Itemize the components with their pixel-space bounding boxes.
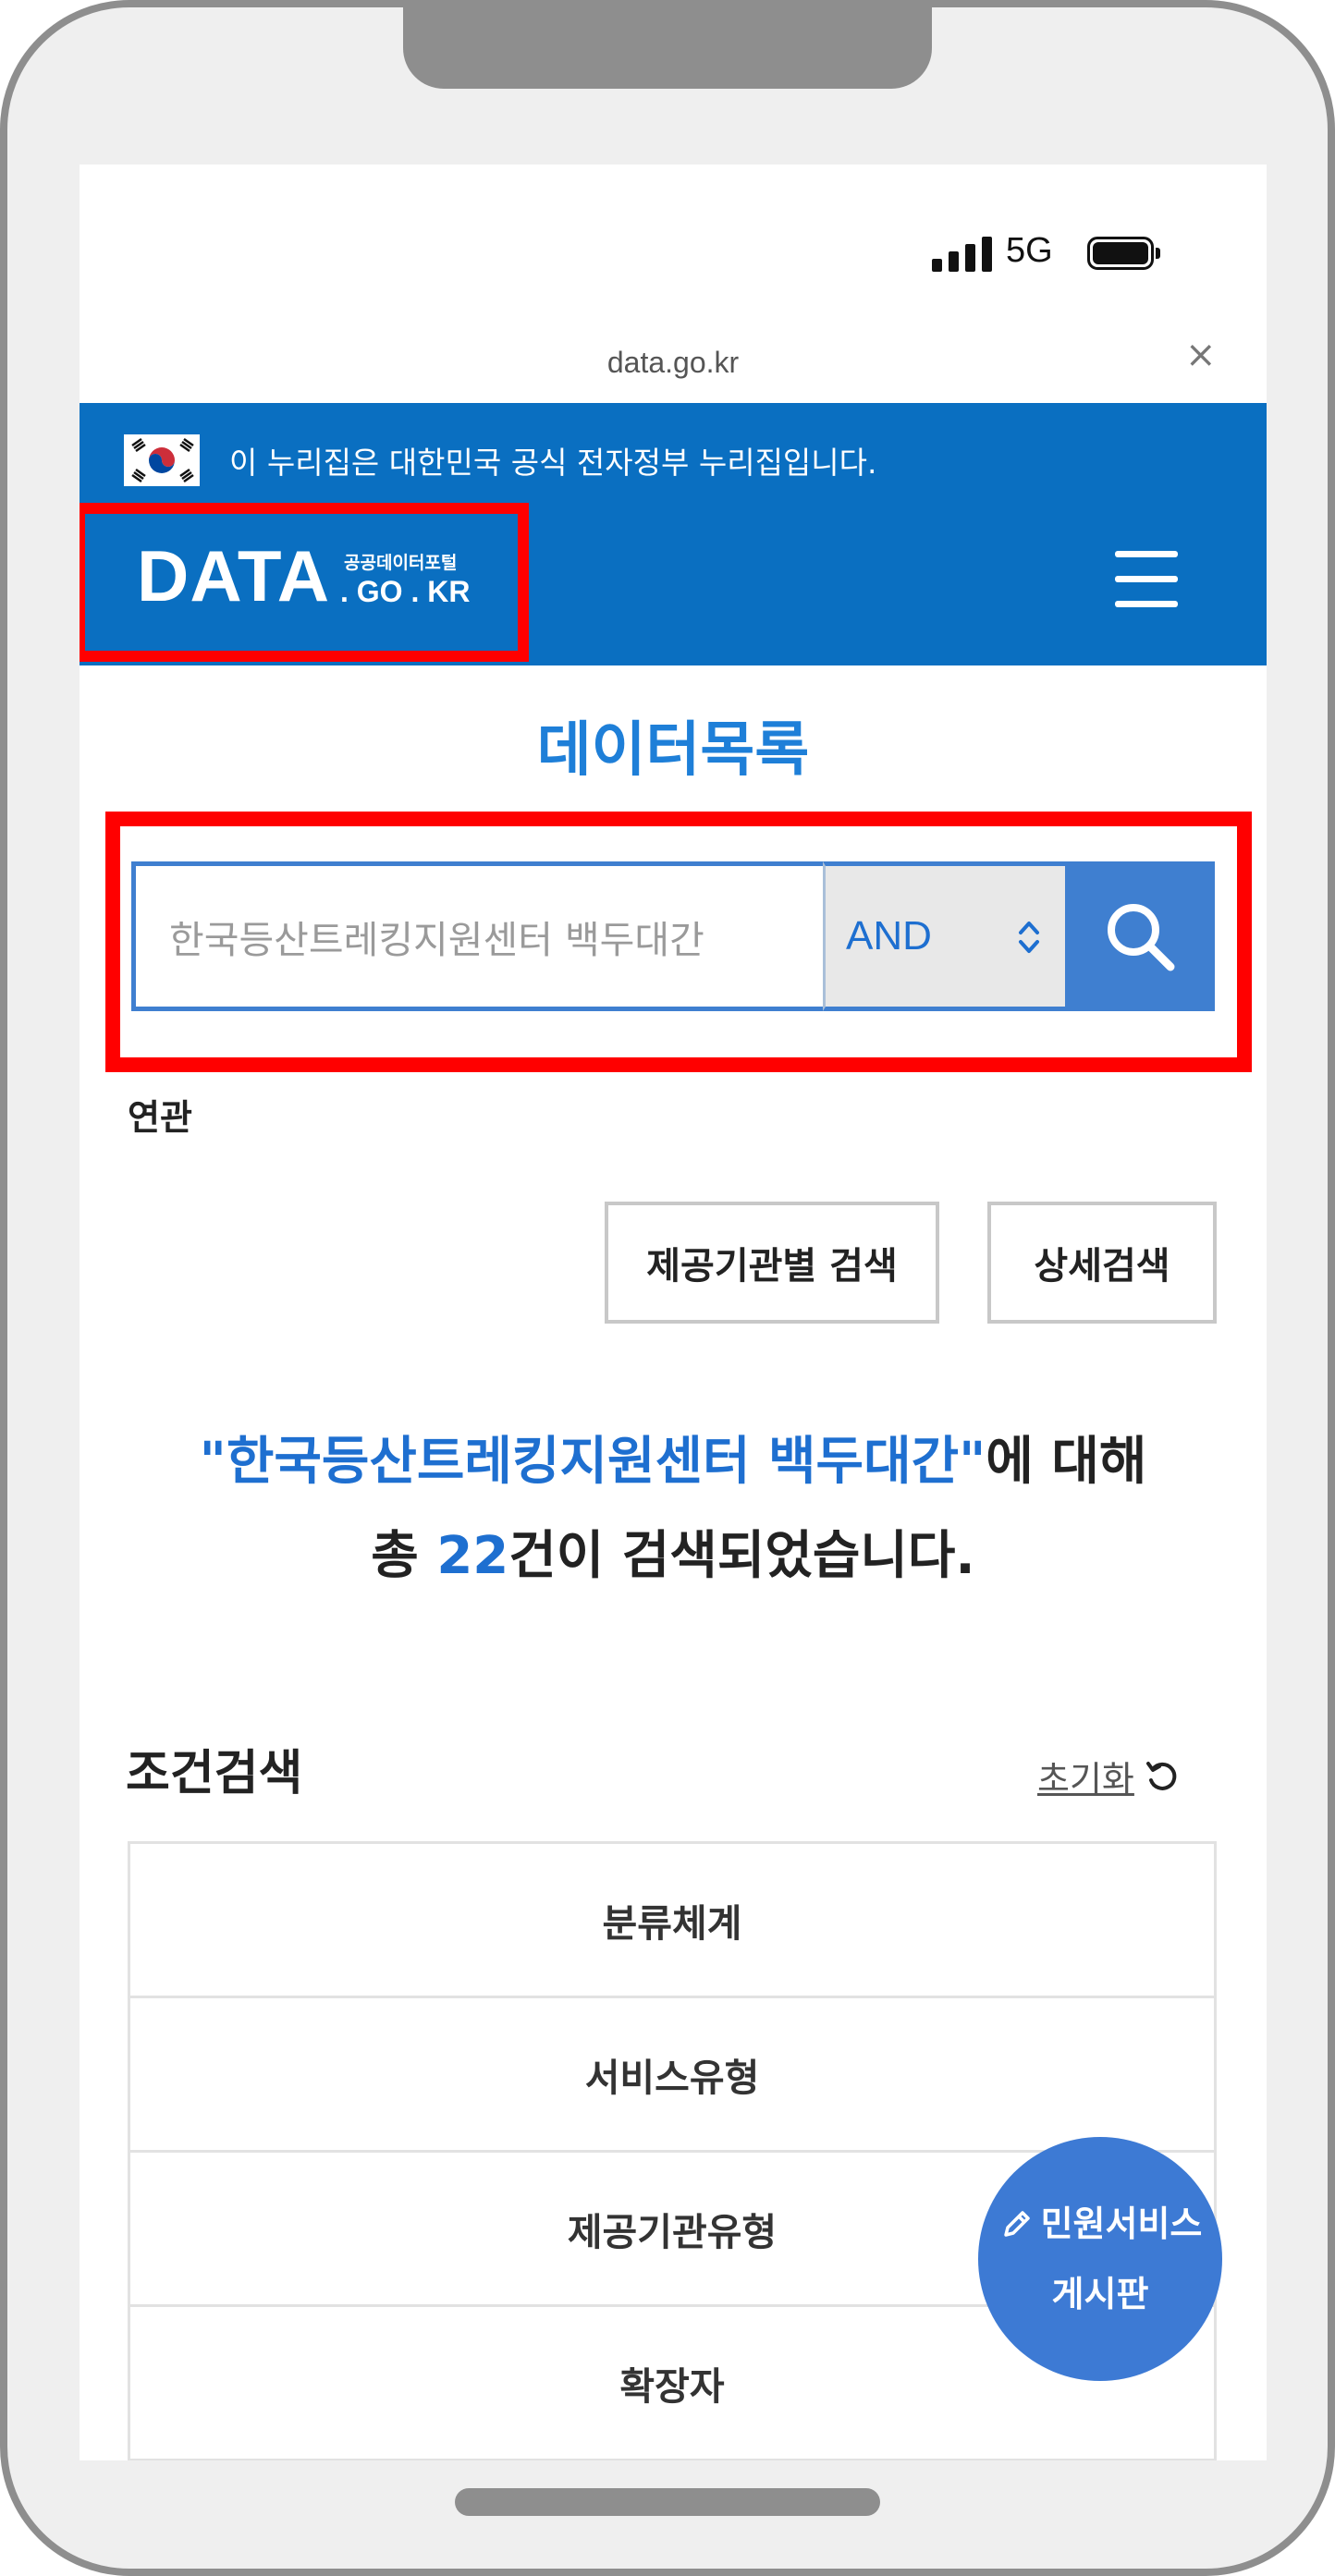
close-icon[interactable]: ×: [1185, 336, 1217, 373]
phone-notch: [403, 0, 932, 89]
fab-label-line2: 게시판: [1051, 2274, 1149, 2314]
gov-banner-text: 이 누리집은 대한민국 공식 전자정부 누리집입니다.: [229, 445, 877, 481]
result-summary-line1: "한국등산트레킹지원센터 백두대간"에 대해: [80, 1420, 1267, 1495]
page-title: 데이터목록: [536, 716, 810, 785]
search-highlight-box: [105, 812, 1252, 1072]
advanced-search-button[interactable]: 상세검색: [987, 1202, 1217, 1324]
network-label: 5G: [1006, 231, 1053, 270]
civil-service-board-button[interactable]: 민원서비스 게시판: [978, 2137, 1222, 2381]
pencil-icon: [1003, 2211, 1030, 2237]
filter-row-classification[interactable]: 분류체계: [130, 1844, 1214, 1998]
result-count: 22: [436, 1526, 509, 1586]
result-prefix: 총: [371, 1526, 437, 1586]
reset-button[interactable]: 초기화: [1037, 1751, 1181, 1801]
battery-icon: [1087, 237, 1154, 270]
hamburger-icon[interactable]: [1115, 551, 1178, 610]
reset-icon: [1145, 1761, 1177, 1790]
result-summary-line2: 총 22건이 검색되었습니다.: [80, 1514, 1267, 1589]
result-about: 에 대해: [986, 1432, 1147, 1492]
home-indicator: [455, 2488, 880, 2516]
flag-icon: [124, 434, 200, 486]
battery-tip: [1156, 248, 1160, 259]
result-query: "한국등산트레킹지원센터 백두대간": [199, 1432, 986, 1492]
signal-icon: [932, 235, 993, 272]
fab-label-line1: 민원서비스: [1040, 2204, 1203, 2244]
filter-title: 조건검색: [126, 1746, 303, 1801]
org-search-button[interactable]: 제공기관별 검색: [605, 1202, 939, 1324]
screen: 5G data.go.kr × 이 누리집은 대한민국 공식 전자정부 누리집입…: [80, 165, 1267, 2460]
related-label: 연관: [128, 1097, 192, 1138]
filter-row-service-type[interactable]: 서비스유형: [130, 1998, 1214, 2153]
logo-highlight-box: [80, 503, 529, 662]
result-suffix: 건이 검색되었습니다.: [508, 1526, 975, 1586]
reset-label: 초기화: [1037, 1759, 1134, 1800]
url-text[interactable]: data.go.kr: [80, 346, 1267, 380]
